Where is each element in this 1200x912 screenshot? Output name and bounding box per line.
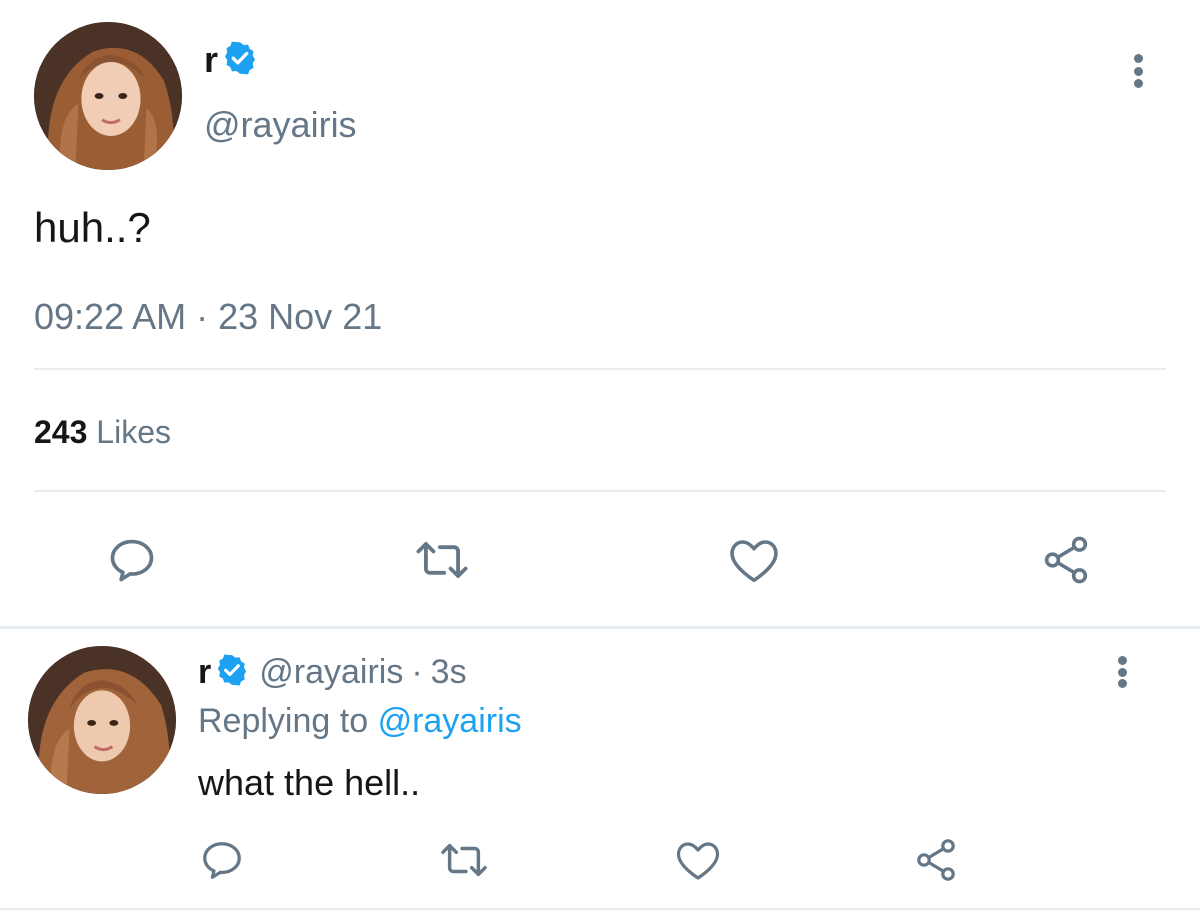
display-name[interactable]: r <box>204 39 218 81</box>
retweet-button[interactable] <box>436 834 492 886</box>
tweet-timestamp[interactable]: 09:22 AM · 23 Nov 21 <box>34 296 382 338</box>
more-vertical-icon[interactable] <box>1112 656 1132 688</box>
likes-count[interactable]: 243 Likes <box>34 414 171 451</box>
share-button[interactable] <box>1036 530 1096 590</box>
reply-icon <box>110 539 154 582</box>
likes-number: 243 <box>34 414 88 450</box>
heart-icon <box>730 540 778 583</box>
reply-handle[interactable]: @rayairis <box>259 653 403 692</box>
more-vertical-icon[interactable] <box>1128 54 1148 88</box>
divider <box>34 490 1166 492</box>
reply-avatar[interactable] <box>28 646 176 794</box>
replying-to-handle[interactable]: @rayairis <box>378 702 522 740</box>
verified-badge-icon <box>215 653 249 692</box>
avatar-image <box>34 22 182 170</box>
divider <box>34 368 1166 370</box>
tweet-date: 23 Nov 21 <box>218 296 383 337</box>
thread-separator <box>0 626 1200 629</box>
reply-button[interactable] <box>196 834 248 886</box>
avatar[interactable] <box>34 22 182 170</box>
handle[interactable]: @rayairis <box>204 104 357 146</box>
reply-time-separator: · <box>411 652 423 691</box>
replying-to-label: Replying to <box>198 702 369 740</box>
timestamp-separator: · <box>196 296 209 337</box>
tweet-time: 09:22 AM <box>34 296 187 337</box>
reply-age[interactable]: 3s <box>431 653 467 692</box>
like-button[interactable] <box>672 834 724 886</box>
share-button[interactable] <box>910 834 962 886</box>
retweet-icon <box>441 843 487 877</box>
likes-label: Likes <box>96 414 171 450</box>
share-icon <box>917 839 955 881</box>
tweet-text: huh..? <box>34 204 151 251</box>
heart-icon <box>676 842 720 880</box>
share-icon <box>1044 536 1088 584</box>
replying-to: Replying to @rayairis <box>198 702 522 741</box>
reply-button[interactable] <box>102 530 162 590</box>
retweet-button[interactable] <box>412 530 472 590</box>
thread-separator <box>0 908 1200 910</box>
reply-text: what the hell.. <box>198 762 421 803</box>
like-button[interactable] <box>724 530 784 590</box>
avatar-image <box>28 646 176 794</box>
retweet-icon <box>416 542 468 579</box>
reply-display-name[interactable]: r <box>198 653 211 692</box>
reply-icon <box>203 842 241 879</box>
verified-badge-icon <box>222 40 258 81</box>
